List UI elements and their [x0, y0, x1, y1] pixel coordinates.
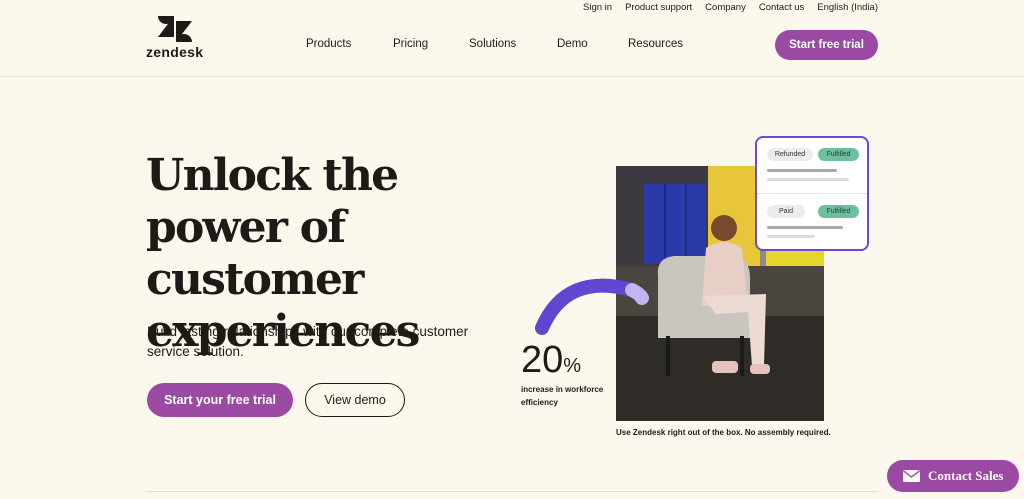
status-badge: Fulfilled — [818, 205, 859, 218]
zendesk-logo[interactable]: zendesk — [146, 16, 208, 62]
placeholder-line — [767, 235, 815, 238]
progress-arc — [535, 278, 649, 335]
contact-us-link[interactable]: Contact us — [759, 2, 804, 13]
nav-resources[interactable]: Resources — [628, 38, 683, 50]
mail-icon — [903, 470, 920, 482]
placeholder-line — [767, 169, 837, 172]
nav-pricing[interactable]: Pricing — [393, 38, 428, 50]
nav-products[interactable]: Products — [306, 38, 351, 50]
order-status-card: Refunded Fulfilled Paid Fulfilled — [755, 136, 869, 251]
header-divider — [0, 76, 1024, 77]
section-divider — [146, 491, 878, 492]
placeholder-line — [767, 178, 849, 181]
view-demo-button[interactable]: View demo — [305, 383, 405, 417]
hero-subheadline: Build lasting relationships with our com… — [147, 324, 469, 359]
start-your-free-trial-button[interactable]: Start your free trial — [147, 383, 293, 417]
nav-solutions[interactable]: Solutions — [469, 38, 516, 50]
image-caption: Use Zendesk right out of the box. No ass… — [616, 428, 831, 437]
card-divider — [757, 193, 867, 194]
status-tag: Paid — [767, 205, 805, 218]
sign-in-link[interactable]: Sign in — [583, 2, 612, 13]
product-support-link[interactable]: Product support — [625, 2, 692, 13]
logo-wordmark: zendesk — [146, 44, 204, 60]
company-link[interactable]: Company — [705, 2, 746, 13]
utility-nav: Sign in Product support Company Contact … — [583, 2, 878, 13]
contact-sales-label: Contact Sales — [928, 468, 1004, 483]
status-tag: Refunded — [767, 148, 813, 161]
zendesk-mark-icon — [158, 16, 192, 42]
stat-unit: % — [563, 355, 582, 377]
stat-number: 20 — [521, 339, 564, 381]
status-badge: Fulfilled — [818, 148, 859, 161]
nav-demo[interactable]: Demo — [557, 38, 588, 50]
stat-label: increase in workforce efficiency — [521, 385, 604, 407]
start-free-trial-button[interactable]: Start free trial — [775, 30, 878, 60]
language-selector[interactable]: English (India) — [817, 2, 878, 13]
stat-value: 20% — [521, 338, 581, 388]
placeholder-line — [767, 226, 843, 229]
contact-sales-button[interactable]: Contact Sales — [887, 460, 1019, 492]
